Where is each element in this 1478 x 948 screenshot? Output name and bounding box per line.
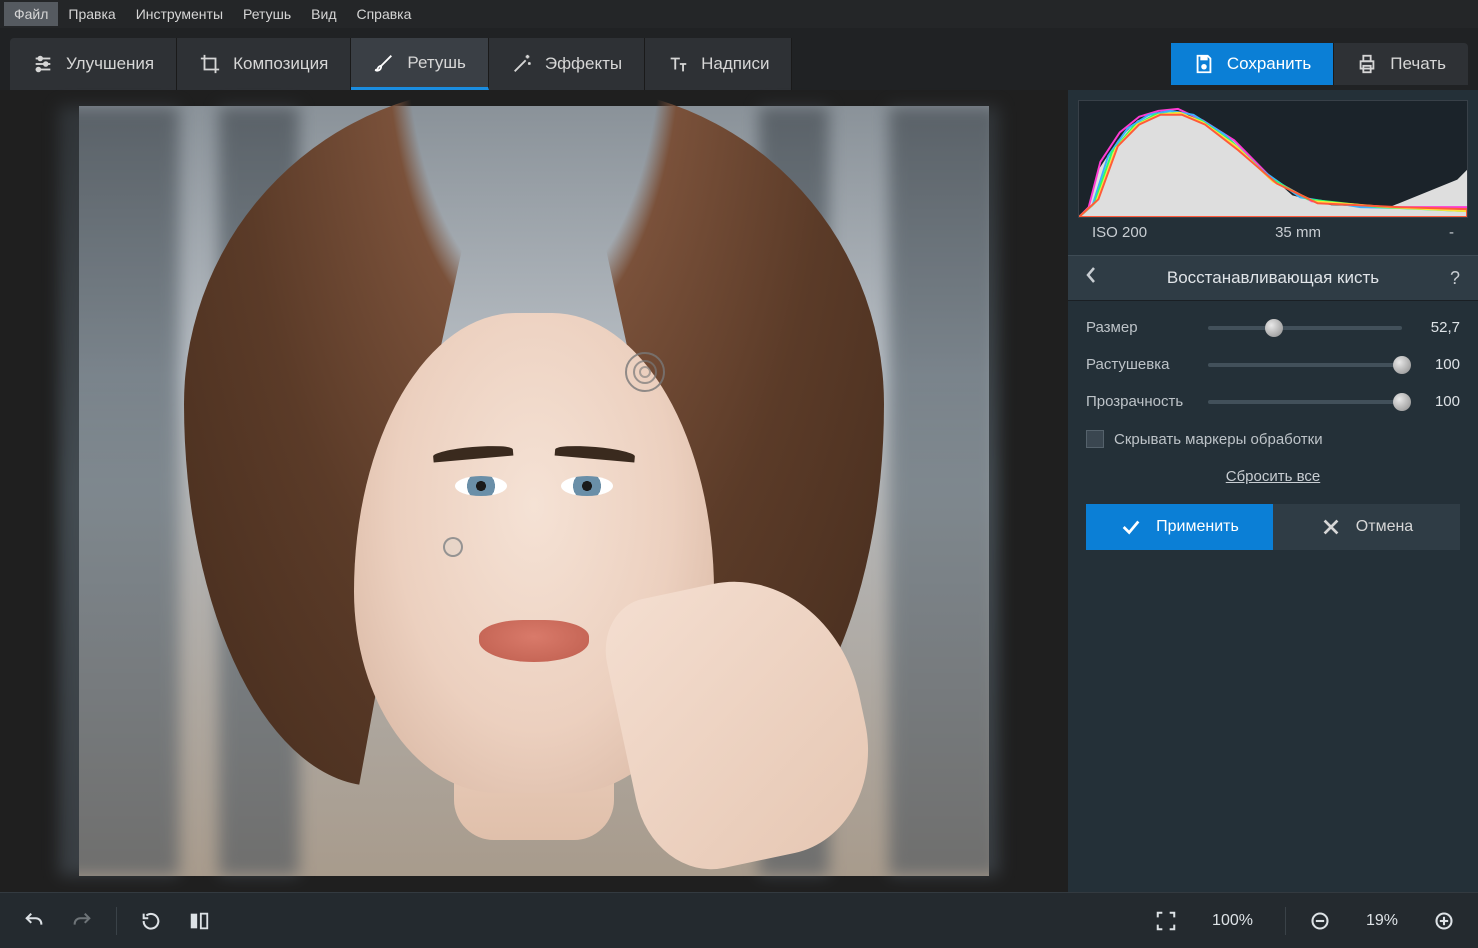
slider-feather[interactable] (1208, 363, 1402, 367)
apply-button[interactable]: Применить (1086, 504, 1273, 550)
menu-retouch[interactable]: Ретушь (233, 2, 301, 26)
panel-back-button[interactable] (1080, 266, 1102, 290)
menu-tools[interactable]: Инструменты (126, 2, 233, 26)
zoom-current-label[interactable]: 19% (1348, 912, 1416, 930)
menu-bar: Файл Правка Инструменты Ретушь Вид Справ… (0, 0, 1478, 28)
zoom-fit-label[interactable]: 100% (1194, 912, 1271, 930)
tab-text[interactable]: Надписи (645, 38, 792, 90)
tab-label: Надписи (701, 54, 769, 74)
panel-title: Восстанавливающая кисть (1102, 268, 1444, 288)
compare-button[interactable] (179, 901, 219, 941)
meta-focal: 35 mm (1275, 224, 1321, 241)
menu-file[interactable]: Файл (4, 2, 58, 26)
zoom-in-button[interactable] (1424, 901, 1464, 941)
slider-opacity[interactable] (1208, 400, 1402, 404)
brush-icon (373, 52, 395, 74)
tab-retouch[interactable]: Ретушь (351, 38, 488, 90)
crop-icon (199, 53, 221, 75)
tab-label: Эффекты (545, 54, 622, 74)
tab-composition[interactable]: Композиция (177, 38, 351, 90)
meta-iso: ISO 200 (1092, 224, 1147, 241)
fit-screen-button[interactable] (1146, 901, 1186, 941)
redo-button[interactable] (62, 901, 102, 941)
close-icon (1320, 516, 1342, 538)
sliders-icon (32, 53, 54, 75)
histogram[interactable] (1078, 100, 1468, 218)
print-label: Печать (1390, 54, 1446, 74)
reset-all-link[interactable]: Сбросить все (1226, 468, 1320, 485)
slider-feather-value: 100 (1414, 356, 1460, 373)
wand-icon (511, 53, 533, 75)
slider-feather-label: Растушевка (1086, 356, 1196, 373)
undo-button[interactable] (14, 901, 54, 941)
cancel-button[interactable]: Отмена (1273, 504, 1460, 550)
photo-preview[interactable] (79, 106, 989, 876)
tab-label: Улучшения (66, 54, 154, 74)
save-label: Сохранить (1227, 54, 1311, 74)
tab-label: Композиция (233, 54, 328, 74)
check-icon (1120, 516, 1142, 538)
slider-size[interactable] (1208, 326, 1402, 330)
side-panel: ISO 200 35 mm - Восстанавливающая кисть … (1068, 90, 1478, 892)
menu-view[interactable]: Вид (301, 2, 346, 26)
apply-label: Применить (1156, 518, 1239, 536)
panel-header: Восстанавливающая кисть ? (1068, 255, 1478, 301)
menu-help[interactable]: Справка (346, 2, 421, 26)
meta-extra: - (1449, 224, 1454, 241)
menu-edit[interactable]: Правка (58, 2, 125, 26)
slider-size-label: Размер (1086, 319, 1196, 336)
print-icon (1356, 53, 1378, 75)
zoom-out-button[interactable] (1300, 901, 1340, 941)
tab-effects[interactable]: Эффекты (489, 38, 645, 90)
print-button[interactable]: Печать (1334, 43, 1468, 85)
save-icon (1193, 53, 1215, 75)
save-button[interactable]: Сохранить (1171, 43, 1334, 85)
canvas-pane[interactable] (0, 90, 1068, 892)
hide-markers-label: Скрывать маркеры обработки (1114, 431, 1323, 448)
slider-opacity-label: Прозрачность (1086, 393, 1196, 410)
toolbar: Улучшения Композиция Ретушь Эффекты Надп… (0, 28, 1478, 90)
slider-opacity-value: 100 (1414, 393, 1460, 410)
tab-label: Ретушь (407, 53, 465, 73)
cancel-label: Отмена (1356, 518, 1413, 536)
bottom-bar: 100% 19% (0, 892, 1478, 948)
panel-help-button[interactable]: ? (1444, 268, 1466, 289)
text-icon (667, 53, 689, 75)
tab-enhancements[interactable]: Улучшения (10, 38, 177, 90)
slider-size-value: 52,7 (1414, 319, 1460, 336)
rotate-button[interactable] (131, 901, 171, 941)
hide-markers-checkbox[interactable] (1086, 430, 1104, 448)
